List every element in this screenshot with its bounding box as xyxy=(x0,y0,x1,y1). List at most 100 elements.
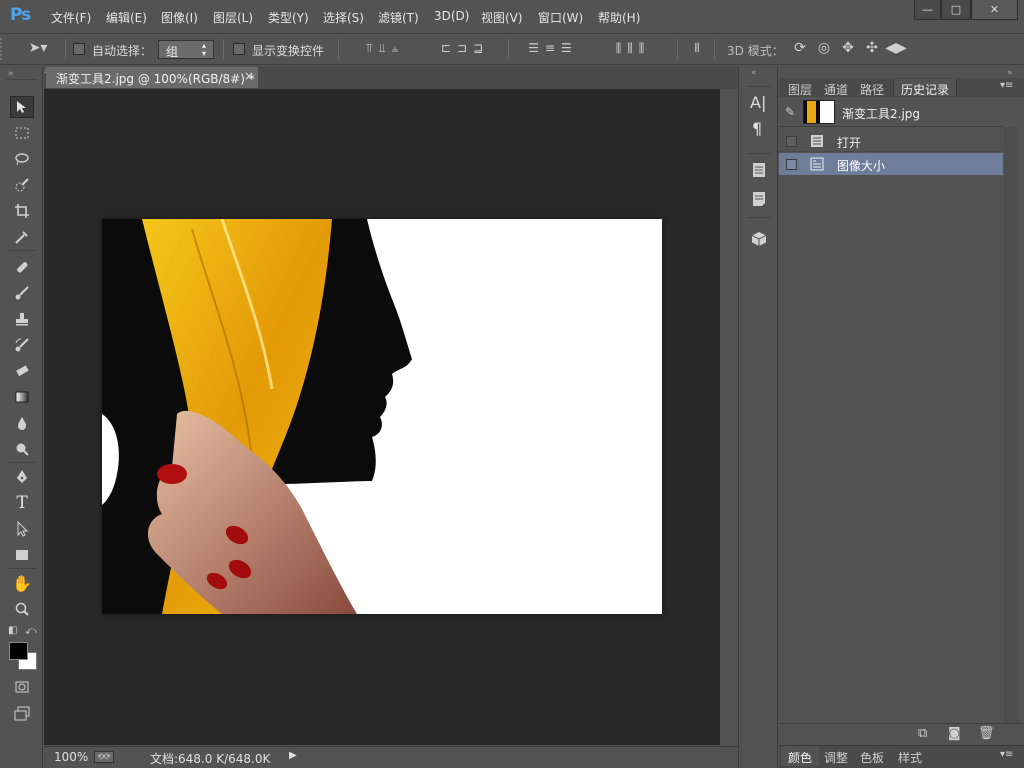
eyedropper-tool-icon[interactable] xyxy=(10,226,34,248)
auto-select-checkbox[interactable] xyxy=(73,43,85,55)
3d-roll-icon[interactable]: ◎ xyxy=(812,40,836,56)
quick-selection-tool-icon[interactable] xyxy=(10,174,34,196)
blur-tool-icon[interactable] xyxy=(10,412,34,434)
path-selection-tool-icon[interactable] xyxy=(10,518,34,540)
restore-button[interactable]: □ xyxy=(941,0,971,20)
show-transform-checkbox[interactable] xyxy=(233,43,245,55)
menu-select[interactable]: 选择(S) xyxy=(323,9,364,26)
share-icon[interactable]: ⟲⟳ xyxy=(94,751,114,763)
character-panel-icon[interactable]: A| xyxy=(750,93,766,112)
tab-adjustments[interactable]: 调整 xyxy=(817,746,855,766)
delete-state-trash-icon[interactable]: 🗑 xyxy=(978,726,995,741)
tab-layers[interactable]: 图层 xyxy=(781,79,819,97)
screen-mode-icon[interactable] xyxy=(10,702,34,724)
panel-menu-icon[interactable]: ▾≡ xyxy=(1000,80,1013,91)
history-state-label: 打开 xyxy=(837,136,862,150)
hand-tool-icon[interactable]: ✋ xyxy=(10,572,34,594)
marquee-tool-icon[interactable] xyxy=(10,122,34,144)
menu-filter[interactable]: 滤镜(T) xyxy=(378,9,419,26)
history-brush-tool-icon[interactable] xyxy=(10,334,34,356)
status-menu-arrow-icon[interactable]: ▶ xyxy=(289,750,297,761)
menu-type[interactable]: 类型(Y) xyxy=(268,9,309,26)
expand-dock-icon[interactable]: « xyxy=(751,68,757,78)
gradient-tool-icon[interactable] xyxy=(10,386,34,408)
collapse-dock-icon[interactable]: » xyxy=(1007,68,1013,78)
3d-panel-icon[interactable] xyxy=(751,231,767,250)
menu-view[interactable]: 视图(V) xyxy=(481,9,523,26)
3d-rotate-icon[interactable]: ⟳ xyxy=(788,40,812,56)
minimize-button[interactable]: — xyxy=(914,0,941,20)
clone-stamp-tool-icon[interactable] xyxy=(10,308,34,330)
close-window-button[interactable]: ✕ xyxy=(971,0,1018,20)
menu-window[interactable]: 窗口(W) xyxy=(538,9,583,26)
paragraph-panel-icon[interactable]: ¶ xyxy=(752,119,762,138)
collapse-toolbar-icon[interactable]: » xyxy=(8,69,14,79)
history-state-image-size[interactable]: 图像大小 xyxy=(779,153,1003,175)
distribute-horizontal-icon[interactable]: ⫼⫼⫼ xyxy=(598,41,668,56)
status-bar: 100% ⟲⟳ 文档:648.0 K/648.0K ▶ xyxy=(44,746,738,768)
document-image[interactable] xyxy=(102,219,662,614)
vertical-scrollbar[interactable] xyxy=(721,89,737,745)
divider xyxy=(65,39,66,59)
3d-pan-icon[interactable]: ✥ xyxy=(836,40,860,56)
history-scrollbar[interactable] xyxy=(1004,127,1018,723)
pen-tool-icon[interactable] xyxy=(10,466,34,488)
foreground-color-swatch[interactable] xyxy=(9,642,28,660)
menu-3d[interactable]: 3D(D) xyxy=(434,9,469,23)
distribute-vertical-icon[interactable]: ☰≡☰ xyxy=(518,41,588,55)
tab-styles[interactable]: 样式 xyxy=(891,746,929,766)
dodge-tool-icon[interactable] xyxy=(10,438,34,460)
healing-brush-tool-icon[interactable] xyxy=(10,256,34,278)
show-transform-label: 显示变换控件 xyxy=(252,44,325,58)
brush-tool-icon[interactable] xyxy=(10,282,34,304)
menu-edit[interactable]: 编辑(E) xyxy=(106,9,147,26)
tab-channels[interactable]: 通道 xyxy=(817,79,855,97)
history-state-checkbox[interactable] xyxy=(786,136,797,147)
tab-paths[interactable]: 路径 xyxy=(853,79,891,97)
menu-file[interactable]: 文件(F) xyxy=(51,9,91,26)
history-brush-source-icon[interactable]: ✎ xyxy=(785,105,795,119)
lasso-tool-icon[interactable] xyxy=(10,148,34,170)
new-snapshot-camera-icon[interactable]: ◙ xyxy=(948,726,961,741)
notes-panel-icon[interactable] xyxy=(751,191,767,210)
crop-tool-icon[interactable] xyxy=(10,200,34,222)
history-state-checkbox[interactable] xyxy=(786,159,797,170)
options-bar: ➤▾ 自动选择： 组 ▴ ▾ 显示变换控件 ⫪⫫⫨ ⊏⊐⊒ ☰≡☰ ⫼⫼⫼ ⫴ 3… xyxy=(0,33,1024,65)
auto-select-dropdown[interactable]: 组 ▴ ▾ xyxy=(158,40,214,59)
menu-help[interactable]: 帮助(H) xyxy=(598,9,640,26)
history-snapshot[interactable]: ✎ 渐变工具2.jpg xyxy=(779,99,1003,127)
document-info: 文档:648.0 K/648.0K xyxy=(150,752,271,766)
zoom-level[interactable]: 100% xyxy=(54,750,88,764)
rectangle-tool-icon[interactable] xyxy=(10,544,34,566)
new-document-from-state-icon[interactable]: ⧉ xyxy=(918,726,927,741)
quick-mask-icon[interactable] xyxy=(10,676,34,698)
3d-slide-icon[interactable]: ✣ xyxy=(860,40,884,56)
move-tool-icon[interactable] xyxy=(10,96,34,118)
divider xyxy=(8,462,36,463)
close-document-icon[interactable]: × xyxy=(244,69,254,83)
menu-layer[interactable]: 图层(L) xyxy=(213,9,253,26)
history-list-body[interactable] xyxy=(779,176,1003,723)
align-horizontal-icon[interactable]: ⊏⊐⊒ xyxy=(430,41,500,55)
tab-history[interactable]: 历史记录 xyxy=(893,79,958,97)
divider xyxy=(508,39,509,59)
zoom-tool-icon[interactable] xyxy=(10,598,34,620)
tab-swatches[interactable]: 色板 xyxy=(853,746,891,766)
bottom-panel-menu-icon[interactable]: ▾≡ xyxy=(1000,749,1013,760)
swap-colors-icon[interactable]: ⤺ xyxy=(25,624,37,638)
history-state-open[interactable]: 打开 xyxy=(779,130,1003,152)
document-tab[interactable]: 渐变工具2.jpg @ 100%(RGB/8#) * xyxy=(46,67,258,88)
move-tool-preset-icon[interactable]: ➤▾ xyxy=(23,40,53,56)
options-grip[interactable] xyxy=(0,38,5,60)
type-tool-icon[interactable]: T xyxy=(10,492,34,514)
tab-color[interactable]: 颜色 xyxy=(781,746,820,766)
hair-silhouette-artwork xyxy=(102,219,662,614)
eraser-tool-icon[interactable] xyxy=(10,360,34,382)
menu-image[interactable]: 图像(I) xyxy=(161,9,198,26)
align-buttons-icon[interactable]: ⫪⫫⫨ xyxy=(350,41,420,56)
dropdown-stepper-icon: ▴ ▾ xyxy=(202,41,207,58)
3d-scale-icon[interactable]: ◀▶ xyxy=(884,40,908,56)
properties-panel-icon[interactable] xyxy=(751,162,767,181)
auto-align-icon[interactable]: ⫴ xyxy=(688,41,706,56)
default-colors-icon[interactable]: ◧ xyxy=(8,625,17,636)
